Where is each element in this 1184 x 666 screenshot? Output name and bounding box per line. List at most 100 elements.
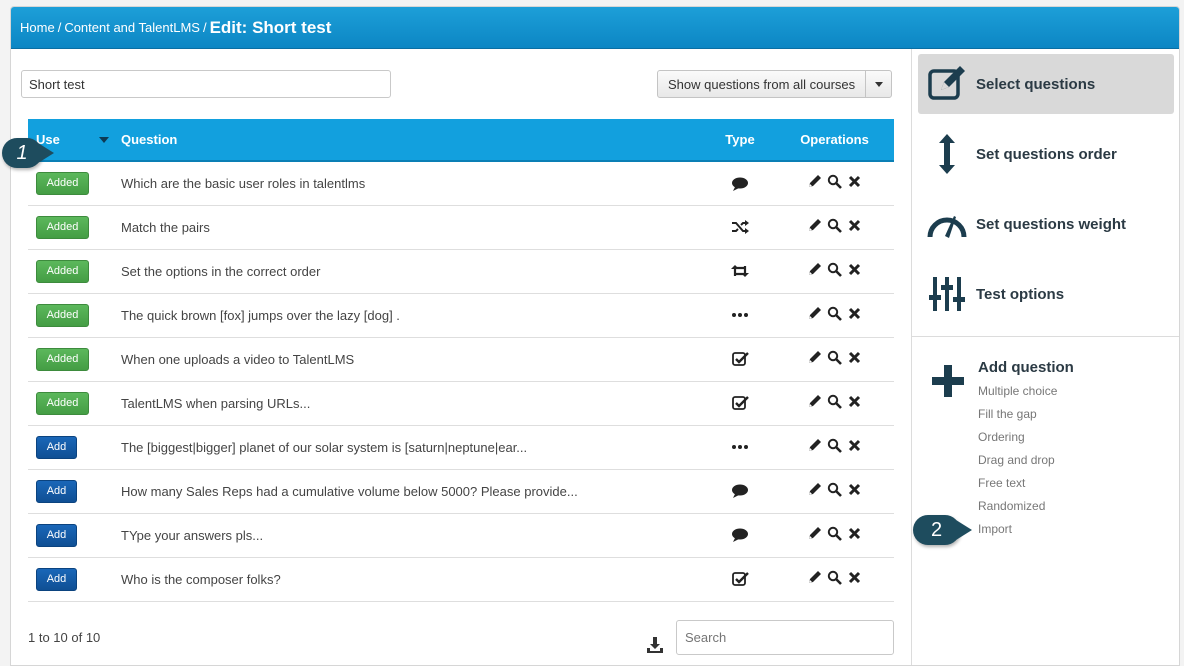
plus-icon[interactable]	[932, 365, 964, 397]
breadcrumb-home-link[interactable]: Home	[20, 20, 55, 35]
add-button[interactable]: Add	[36, 567, 77, 591]
close-icon[interactable]	[847, 262, 862, 277]
callout-marker-1: 1	[2, 138, 54, 168]
search-icon[interactable]	[827, 350, 842, 365]
search-icon[interactable]	[827, 526, 842, 541]
search-icon[interactable]	[827, 262, 842, 277]
close-icon[interactable]	[847, 570, 862, 585]
course-filter-dropdown[interactable]: Show questions from all courses	[657, 70, 893, 98]
pencil-icon[interactable]	[807, 570, 822, 585]
added-button[interactable]: Added	[36, 347, 89, 371]
search-icon[interactable]	[827, 218, 842, 233]
add-question-title: Add question	[978, 359, 1074, 376]
pencil-icon[interactable]	[807, 438, 822, 453]
search-icon[interactable]	[827, 438, 842, 453]
add-button[interactable]: Add	[36, 479, 77, 503]
pencil-icon[interactable]	[807, 218, 822, 233]
search-icon[interactable]	[827, 482, 842, 497]
question-text[interactable]: When one uploads a video to TalentLMS	[121, 337, 705, 382]
questions-table: Use Question Type Operations Added Which …	[28, 119, 894, 602]
question-text[interactable]: Match the pairs	[121, 205, 705, 250]
add-drag-and-drop-link[interactable]: Drag and drop	[978, 453, 1055, 467]
question-text[interactable]: Set the options in the correct order	[121, 249, 705, 294]
added-button[interactable]: Added	[36, 171, 89, 195]
use-cell: Added	[28, 381, 121, 426]
search-input[interactable]	[676, 620, 894, 655]
import-questions-link[interactable]: Import	[978, 522, 1012, 536]
breadcrumb-section-link[interactable]: Content and TalentLMS	[64, 20, 200, 35]
test-name-input[interactable]	[21, 70, 391, 98]
add-free-text-link[interactable]: Free text	[978, 476, 1025, 490]
table-row: Add The [biggest|bigger] planet of our so…	[28, 425, 894, 470]
add-fill-the-gap-link[interactable]: Fill the gap	[978, 407, 1037, 421]
table-row: Added Which are the basic user roles in t…	[28, 161, 894, 206]
retweet-icon	[730, 263, 750, 279]
course-filter-label[interactable]: Show questions from all courses	[658, 71, 867, 97]
add-ordering-link[interactable]: Ordering	[978, 430, 1025, 444]
close-icon[interactable]	[847, 482, 862, 497]
sidebar-item-test-options[interactable]: Test options	[918, 264, 1174, 324]
chevron-down-icon[interactable]	[866, 81, 891, 87]
close-icon[interactable]	[847, 174, 862, 189]
sidebar: Select questions Set questions order Set…	[911, 49, 1179, 665]
pencil-icon[interactable]	[807, 262, 822, 277]
type-cell	[705, 161, 775, 206]
pencil-icon[interactable]	[807, 526, 822, 541]
add-randomized-link[interactable]: Randomized	[978, 499, 1045, 513]
add-button[interactable]: Add	[36, 435, 77, 459]
use-cell: Added	[28, 249, 121, 294]
type-column-header[interactable]: Type	[705, 119, 775, 162]
search-icon[interactable]	[827, 394, 842, 409]
pencil-icon[interactable]	[807, 394, 822, 409]
edit-test-window: Home / Content and TalentLMS / Edit: Sho…	[10, 6, 1180, 666]
question-text[interactable]: TYpe your answers pls...	[121, 513, 705, 558]
shuffle-icon	[730, 219, 750, 235]
vertical-arrows-icon	[918, 133, 976, 175]
breadcrumb: Home / Content and TalentLMS / Edit: Sho…	[11, 7, 1179, 49]
use-cell: Add	[28, 425, 121, 470]
sidebar-item-set-questions-weight[interactable]: Set questions weight	[918, 194, 1174, 254]
pencil-icon[interactable]	[807, 482, 822, 497]
search-icon[interactable]	[827, 570, 842, 585]
add-multiple-choice-link[interactable]: Multiple choice	[978, 384, 1057, 398]
table-row: Added TalentLMS when parsing URLs...	[28, 381, 894, 426]
table-row: Added The quick brown [fox] jumps over th…	[28, 293, 894, 338]
question-column-header[interactable]: Question	[121, 119, 705, 162]
question-text[interactable]: Which are the basic user roles in talent…	[121, 161, 705, 206]
close-icon[interactable]	[847, 306, 862, 321]
question-text[interactable]: The quick brown [fox] jumps over the laz…	[121, 293, 705, 338]
page-title: Edit: Short test	[209, 17, 332, 37]
edit-icon	[918, 66, 976, 102]
question-text[interactable]: TalentLMS when parsing URLs...	[121, 381, 705, 426]
operations-cell	[775, 337, 894, 382]
sidebar-item-set-questions-order[interactable]: Set questions order	[918, 124, 1174, 184]
operations-cell	[775, 469, 894, 514]
close-icon[interactable]	[847, 526, 862, 541]
use-cell: Add	[28, 557, 121, 602]
search-icon[interactable]	[827, 174, 842, 190]
added-button[interactable]: Added	[36, 259, 89, 283]
sidebar-item-select-questions[interactable]: Select questions	[918, 54, 1174, 114]
question-text[interactable]: Who is the composer folks?	[121, 557, 705, 602]
search-icon[interactable]	[827, 306, 842, 321]
use-cell: Added	[28, 205, 121, 250]
added-button[interactable]: Added	[36, 215, 89, 239]
question-text[interactable]: The [biggest|bigger] planet of our solar…	[121, 425, 705, 470]
close-icon[interactable]	[847, 394, 862, 409]
question-text[interactable]: How many Sales Reps had a cumulative vol…	[121, 469, 705, 514]
type-cell	[705, 425, 775, 470]
download-icon[interactable]	[645, 635, 665, 655]
operations-cell	[775, 425, 894, 470]
pencil-icon[interactable]	[807, 174, 822, 189]
add-button[interactable]: Add	[36, 523, 77, 547]
close-icon[interactable]	[847, 218, 862, 233]
table-row: Add Who is the composer folks?	[28, 557, 894, 602]
close-icon[interactable]	[847, 350, 862, 365]
pencil-icon[interactable]	[807, 350, 822, 365]
added-button[interactable]: Added	[36, 391, 89, 415]
sort-desc-icon[interactable]	[99, 136, 109, 143]
pencil-icon[interactable]	[807, 306, 822, 321]
close-icon[interactable]	[847, 438, 862, 453]
sidebar-divider	[912, 336, 1179, 337]
added-button[interactable]: Added	[36, 303, 89, 327]
